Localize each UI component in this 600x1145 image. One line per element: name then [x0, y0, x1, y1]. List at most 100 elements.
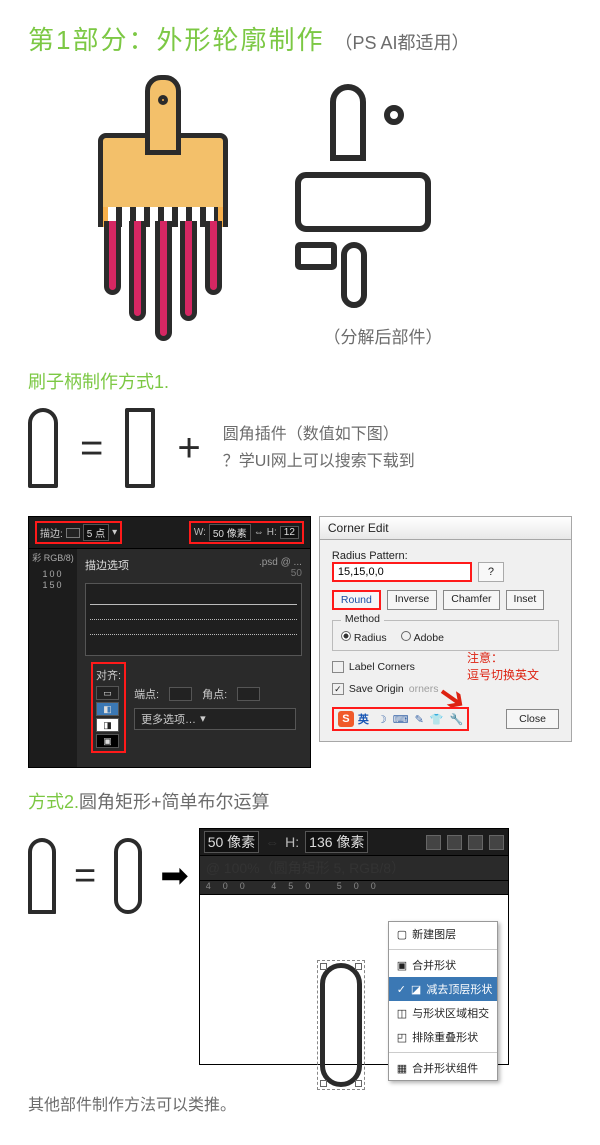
method2-prefix: 方式2.: [28, 792, 79, 812]
round-button[interactable]: Round: [332, 590, 381, 610]
width-height-fields[interactable]: W: 50 像素 ⇔ H: 12: [189, 521, 304, 544]
stroke-style-solid[interactable]: [90, 604, 297, 605]
pathop-icon[interactable]: [426, 835, 441, 850]
ime-moon-icon[interactable]: ☽: [377, 713, 387, 726]
method1-note: 圆角插件（数值如下图） ？学UI网上可以搜索下载到: [223, 421, 415, 475]
close-button[interactable]: Close: [506, 709, 559, 729]
bristle: [205, 221, 222, 295]
bristle: [104, 221, 121, 295]
radio-radius[interactable]: Radius: [341, 631, 387, 644]
resize-handle-icon[interactable]: [320, 1080, 327, 1087]
arrange-icon[interactable]: [468, 835, 483, 850]
checkbox-checked-icon: ✓: [332, 683, 344, 695]
save-origin-suffix: orners: [409, 683, 439, 695]
chamfer-button[interactable]: Chamfer: [443, 590, 499, 610]
menu-union[interactable]: ▣合并形状: [389, 953, 497, 977]
align-inside-icon[interactable]: ▭: [103, 688, 112, 699]
w-label: W:: [194, 527, 206, 538]
align-control-highlight: 对齐: ▭ ◧ ◨ ▣: [91, 662, 126, 753]
ps-canvas: ▢新建图层 ▣合并形状 ✓◪减去顶层形状 ◫与形状区域相交 ◰排除重叠形状 ▦合…: [199, 895, 509, 1065]
h-value[interactable]: 12: [280, 526, 299, 539]
bristle: [129, 221, 146, 321]
method2-row: = ➡ 50 像素 ⇔ H: 136 像素 @ 100%（圆角矩形 5, RGB…: [28, 828, 572, 1065]
brush-handle: [145, 75, 181, 155]
decomposed-parts: （分解后部件）: [288, 75, 478, 348]
inset-button[interactable]: Inset: [506, 590, 545, 610]
stroke-value[interactable]: 5 点: [83, 524, 109, 541]
menu-exclude[interactable]: ◰排除重叠形状: [389, 1025, 497, 1049]
figure-row: （分解后部件）: [98, 75, 572, 348]
menu-separator: [389, 1052, 497, 1053]
method2-label: 方式2.圆角矩形+简单布尔运算: [28, 788, 572, 814]
plus-symbol: +: [177, 426, 200, 471]
cap-option[interactable]: [169, 687, 192, 701]
part-number-text: 第1部分：: [28, 25, 156, 55]
align-extra-icon[interactable]: ▣: [103, 736, 112, 747]
section-heading: 第1部分：外形轮廓制作 （PS AI都适用）: [28, 20, 572, 57]
ime-keyboard-icon[interactable]: ⌨: [393, 713, 409, 726]
stroke-style-dashed[interactable]: [90, 619, 297, 620]
more-options-dropdown[interactable]: 更多选项… ▾: [134, 708, 296, 730]
brush-ring-icon: [158, 95, 168, 105]
ps-document-tab[interactable]: @ 100%（圆角矩形 5, RGB/8）: [199, 856, 509, 881]
link-wh-icon[interactable]: ⇔: [254, 527, 264, 538]
bristle: [155, 221, 172, 341]
corner-option[interactable]: [237, 687, 260, 701]
shape-rectangle: [125, 408, 155, 488]
inverse-button[interactable]: Inverse: [387, 590, 437, 610]
menu-item-label: 减去顶层形状: [426, 981, 492, 997]
link-wh-icon[interactable]: ⇔: [265, 834, 279, 850]
doc-tab[interactable]: .psd @ ...: [259, 557, 302, 568]
stroke-style-dotted[interactable]: [90, 634, 297, 635]
dropdown-icon: ▾: [200, 712, 206, 725]
menu-item-label: 新建图层: [412, 926, 456, 942]
ime-lang: 英: [358, 711, 369, 727]
w-value-2[interactable]: 50 像素: [204, 831, 259, 853]
arrow-right-icon: ➡: [160, 856, 189, 896]
resize-handle-icon[interactable]: [355, 1080, 362, 1087]
cap-label: 端点:: [134, 686, 159, 702]
method1-equation: = + 圆角插件（数值如下图） ？学UI网上可以搜索下载到: [28, 408, 572, 488]
save-origin-text: Save Origin: [349, 683, 404, 695]
menu-item-label: 合并形状组件: [412, 1060, 478, 1076]
part-band-outline: [298, 245, 334, 267]
w-value[interactable]: 50 像素: [209, 524, 251, 541]
align-options[interactable]: ▭ ◧ ◨ ▣: [96, 686, 121, 748]
gear-icon[interactable]: [489, 835, 504, 850]
part-bristle-outline: [344, 245, 364, 305]
ime-pen-icon[interactable]: ✎: [415, 713, 424, 726]
ime-s-badge-icon: S: [338, 711, 354, 727]
shape-rounded-pill: [28, 408, 58, 488]
method-group-label: Method: [341, 613, 384, 625]
stroke-weight-field[interactable]: 描边: 5 点 ▾: [35, 521, 122, 544]
label-corners-text: Label Corners: [349, 661, 415, 673]
canvas-rounded-rect[interactable]: [320, 963, 362, 1087]
selection-bbox: [317, 960, 365, 1090]
align-icon[interactable]: [447, 835, 462, 850]
align-outside-icon[interactable]: ◨: [103, 720, 112, 731]
resize-handle-icon[interactable]: [355, 963, 362, 970]
align-label: 对齐:: [96, 670, 121, 682]
menu-item-label: 合并形状: [412, 957, 456, 973]
ps-sidebar: 彩 RGB/8) 100 150: [29, 549, 77, 767]
menu-new-layer[interactable]: ▢新建图层: [389, 922, 497, 946]
h-value-2[interactable]: 136 像素: [305, 831, 368, 853]
ruler-values: 100 150: [31, 569, 75, 592]
resize-handle-icon[interactable]: [320, 963, 327, 970]
radio-adobe[interactable]: Adobe: [401, 631, 444, 644]
dropdown-icon[interactable]: ▾: [112, 527, 117, 538]
equals-symbol: =: [80, 426, 103, 471]
part-subtitle: （PS AI都适用）: [334, 29, 469, 55]
shape-rounded-pill: [28, 838, 56, 914]
stroke-style-list[interactable]: [85, 583, 302, 656]
menu-subtract[interactable]: ✓◪减去顶层形状: [389, 977, 497, 1001]
radius-pattern-input[interactable]: [332, 562, 472, 582]
menu-separator: [389, 949, 497, 950]
help-button[interactable]: ?: [478, 562, 504, 582]
method2-equation: = ➡: [28, 838, 189, 914]
align-center-icon[interactable]: ◧: [103, 704, 112, 715]
screenshots-method1: 描边: 5 点 ▾ W: 50 像素 ⇔ H: 12 彩 RGB/8) 100 …: [28, 516, 572, 768]
menu-intersect[interactable]: ◫与形状区域相交: [389, 1001, 497, 1025]
canvas-ruler: 400 450 500: [199, 881, 509, 895]
menu-merge[interactable]: ▦合并形状组件: [389, 1056, 497, 1080]
